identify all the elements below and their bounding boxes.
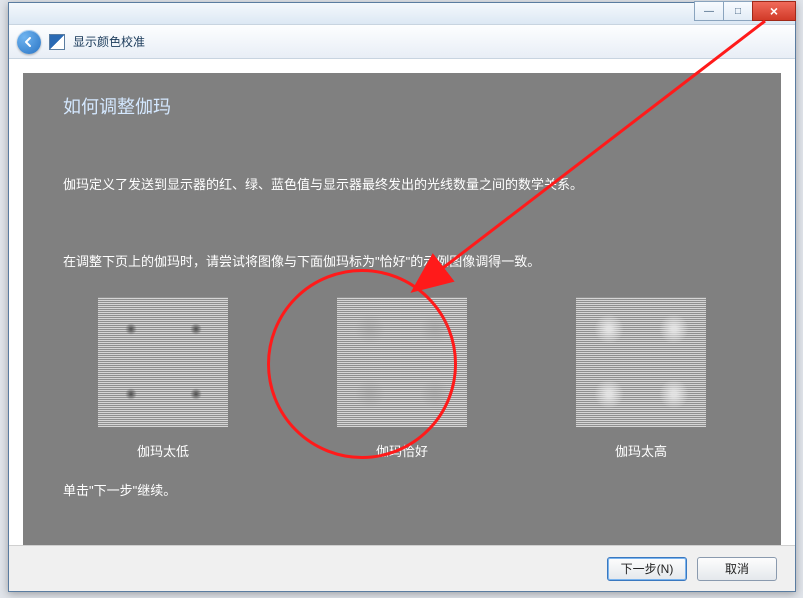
sample-label-high: 伽玛太高 <box>615 441 667 460</box>
description-text-1: 伽玛定义了发送到显示器的红、绿、蓝色值与显示器最终发出的光线数量之间的数学关系。 <box>63 175 741 196</box>
page-title: 如何调整伽玛 <box>63 93 741 119</box>
sample-good: 伽玛恰好 <box>322 297 482 460</box>
dialog-window: — □ × 显示颜色校准 如何调整伽玛 伽玛定义了发送到显示器的红、绿、蓝色值与… <box>8 2 796 592</box>
title-bar[interactable]: — □ × <box>9 3 795 25</box>
sample-high: 伽玛太高 <box>561 297 721 460</box>
button-bar: 下一步(N) 取消 <box>9 545 795 591</box>
nav-title: 显示颜色校准 <box>73 33 145 50</box>
content-area: 如何调整伽玛 伽玛定义了发送到显示器的红、绿、蓝色值与显示器最终发出的光线数量之… <box>9 59 795 545</box>
sample-low: 伽玛太低 <box>83 297 243 460</box>
minimize-button[interactable]: — <box>694 1 724 21</box>
wizard-panel: 如何调整伽玛 伽玛定义了发送到显示器的红、绿、蓝色值与显示器最终发出的光线数量之… <box>23 73 781 545</box>
gamma-sample-image-good <box>337 297 467 427</box>
gamma-sample-image-high <box>576 297 706 427</box>
instruction-text: 单击"下一步"继续。 <box>63 480 741 499</box>
sample-label-low: 伽玛太低 <box>137 441 189 460</box>
maximize-button[interactable]: □ <box>723 1 753 21</box>
window-controls: — □ × <box>695 1 796 21</box>
description-text-2: 在调整下页上的伽玛时，请尝试将图像与下面伽玛标为"恰好"的示例图像调得一致。 <box>63 252 741 273</box>
arrow-left-icon <box>23 36 35 48</box>
app-icon <box>49 34 65 50</box>
next-button[interactable]: 下一步(N) <box>607 557 687 581</box>
nav-bar: 显示颜色校准 <box>9 25 795 59</box>
close-button[interactable]: × <box>752 1 796 21</box>
cancel-button[interactable]: 取消 <box>697 557 777 581</box>
sample-label-good: 伽玛恰好 <box>376 441 428 460</box>
back-button[interactable] <box>17 30 41 54</box>
gamma-sample-image-low <box>98 297 228 427</box>
gamma-samples-row: 伽玛太低 伽玛恰好 伽玛太高 <box>63 297 741 460</box>
